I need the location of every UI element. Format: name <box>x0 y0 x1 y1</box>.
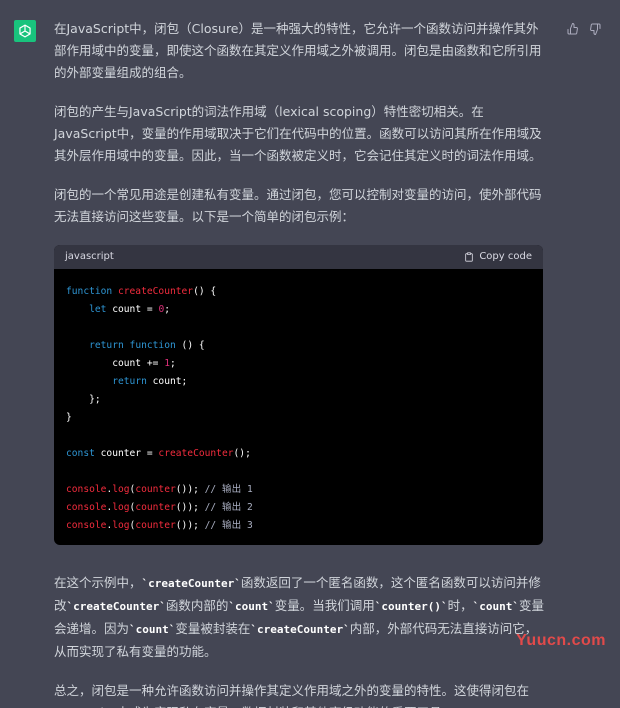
code-line: const counter = createCounter(); <box>66 445 531 463</box>
inline-code: `createCounter` <box>141 577 241 590</box>
code-token: function <box>129 340 176 351</box>
text-span: 在这个示例中， <box>54 575 142 590</box>
paragraph-summary: 总之，闭包是一种允许函数访问并操作其定义作用域之外的变量的特性。这使得闭包在Ja… <box>54 683 530 708</box>
copy-code-button[interactable]: Copy code <box>464 246 532 268</box>
code-token: let <box>89 304 113 315</box>
code-token: log <box>112 502 130 513</box>
message-content: 在JavaScript中，闭包（Closure）是一种强大的特性，它允许一个函数… <box>54 18 546 708</box>
code-token: console <box>66 520 107 531</box>
code-token: count += <box>66 358 165 369</box>
code-token: } <box>66 412 72 423</box>
code-token: log <box>112 484 130 495</box>
code-line: return function () { <box>66 337 531 355</box>
openai-logo-icon <box>14 20 36 42</box>
code-token: createCounter <box>117 286 194 297</box>
text-span: 变量被封装在 <box>175 621 251 636</box>
copy-code-label: Copy code <box>479 251 532 262</box>
code-line: }; <box>66 391 531 409</box>
code-token: return <box>89 340 130 351</box>
code-header: javascript Copy code <box>54 245 543 269</box>
code-token: }; <box>66 394 101 405</box>
inline-code: `count` <box>472 600 519 613</box>
code-token: console <box>66 502 107 513</box>
code-line: count += 1; <box>66 355 531 373</box>
code-token: ()); <box>175 484 205 495</box>
code-token: ()); <box>175 520 205 531</box>
code-token: console <box>66 484 107 495</box>
code-token: const <box>66 448 101 459</box>
code-token: return <box>112 376 153 387</box>
watermark: Yuucn.com <box>516 632 606 649</box>
inline-code: `counter()` <box>374 600 448 613</box>
paragraph-intro: 在JavaScript中，闭包（Closure）是一种强大的特性，它允许一个函数… <box>54 21 542 80</box>
code-line: console.log(counter()); // 输出 3 <box>66 517 531 535</box>
inline-code: `createCounter` <box>250 623 350 636</box>
code-token: ; <box>164 304 170 315</box>
code-token: createCounter <box>158 448 234 459</box>
code-line: let count = 0; <box>66 301 531 319</box>
code-token: counter = <box>100 448 159 459</box>
inline-code: `createCounter` <box>66 600 166 613</box>
paragraph-private-vars: 闭包的一个常见用途是创建私有变量。通过闭包，您可以控制对变量的访问，使外部代码无… <box>54 187 542 224</box>
paragraph-explanation: 在这个示例中，`createCounter`函数返回了一个匿名函数，这个匿名函数… <box>54 572 546 663</box>
code-token: ; <box>169 358 176 369</box>
code-line: console.log(counter()); // 输出 1 <box>66 481 531 499</box>
code-token: // 输出 2 <box>204 502 253 513</box>
code-token: counter <box>135 520 176 531</box>
code-token: () { <box>193 286 217 297</box>
thumbs-down-icon[interactable] <box>588 22 602 36</box>
code-token: // 输出 1 <box>204 484 253 495</box>
code-token: counter <box>135 502 176 513</box>
paragraph-lexical-scope: 闭包的产生与JavaScript的词法作用域（lexical scoping）特… <box>54 104 542 163</box>
code-body: function createCounter() { let count = 0… <box>54 269 543 545</box>
code-token: // 输出 3 <box>204 520 253 531</box>
text-span: 函数内部的 <box>165 598 229 613</box>
code-token: ()); <box>175 502 205 513</box>
code-language-label: javascript <box>65 251 114 262</box>
thumbs-up-icon[interactable] <box>566 22 580 36</box>
code-token: counter <box>135 484 176 495</box>
code-token: count; <box>152 376 188 387</box>
code-line: return count; <box>66 373 531 391</box>
inline-code: `count` <box>129 623 176 636</box>
code-block: javascript Copy code function createCoun… <box>54 245 543 545</box>
code-token: count = <box>112 304 159 315</box>
code-token: function <box>66 286 118 297</box>
code-token: () { <box>175 340 205 351</box>
code-line: } <box>66 409 531 427</box>
code-line: console.log(counter()); // 输出 2 <box>66 499 531 517</box>
text-span: 时， <box>447 598 473 613</box>
clipboard-icon <box>465 252 474 262</box>
code-token: log <box>112 520 130 531</box>
inline-code: `count` <box>228 600 275 613</box>
chat-message: 在JavaScript中，闭包（Closure）是一种强大的特性，它允许一个函数… <box>0 0 620 708</box>
text-span: 变量。当我们调用 <box>274 598 375 613</box>
code-token: (); <box>233 448 251 459</box>
code-line: function createCounter() { <box>66 283 531 301</box>
message-actions <box>566 22 602 36</box>
